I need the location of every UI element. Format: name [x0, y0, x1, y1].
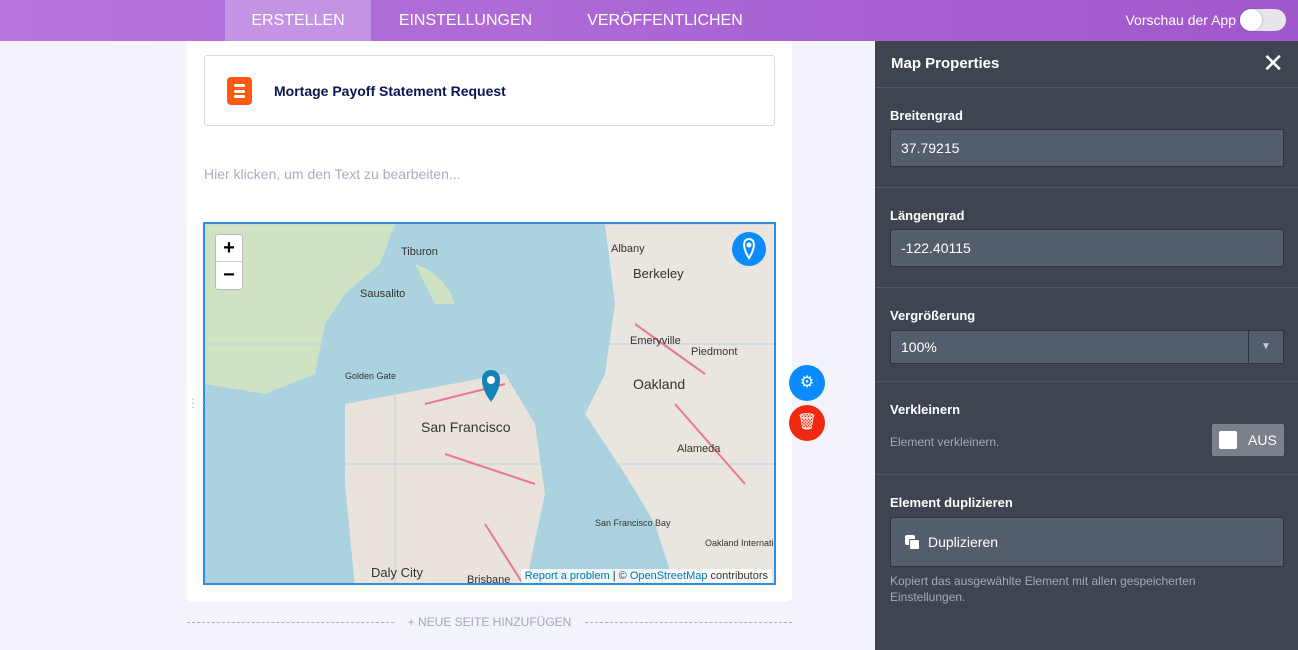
form-icon [227, 77, 252, 105]
zoom-section: Vergrößerung 100% ▼ [875, 287, 1298, 381]
top-nav: ERSTELLEN EINSTELLUNGEN VERÖFFENTLICHEN … [0, 0, 1298, 41]
preview-toggle[interactable] [1240, 9, 1286, 31]
map-element[interactable]: Tiburon Albany Berkeley Sausalito Emeryv… [203, 222, 776, 585]
attribution-separator: | © [609, 570, 630, 582]
tab-veroeffentlichen[interactable]: VERÖFFENTLICHEN [560, 0, 770, 41]
shrink-label: Verkleinern [890, 402, 961, 417]
osm-link[interactable]: OpenStreetMap [630, 570, 708, 582]
shrink-section: Verkleinern Element verkleinern. AUS [875, 381, 1298, 474]
form-title: Mortage Payoff Statement Request [274, 83, 506, 99]
map-label: Brisbane [467, 574, 510, 585]
duplicate-label: Element duplizieren [890, 495, 1013, 510]
duplicate-hint: Kopiert das ausgewählte Element mit alle… [890, 574, 1196, 604]
zoom-value: 100% [901, 339, 937, 355]
map-tiles: Tiburon Albany Berkeley Sausalito Emeryv… [205, 224, 776, 585]
map-label: Tiburon [401, 246, 438, 258]
add-page-button[interactable]: + NEUE SEITE HINZUFÜGEN [187, 615, 792, 629]
map-pin-icon [743, 237, 755, 260]
map-label: Alameda [677, 443, 721, 455]
map-label: San Francisco [421, 419, 511, 435]
form-page: Mortage Payoff Statement Request Hier kl… [187, 41, 792, 602]
tab-einstellungen[interactable]: EINSTELLUNGEN [371, 0, 560, 41]
form-header[interactable]: Mortage Payoff Statement Request [204, 55, 775, 126]
map-label: Oakland International Airport [705, 538, 776, 548]
attribution-text: contributors [707, 570, 768, 582]
map-label: Emeryville [630, 335, 681, 347]
map-label: Albany [611, 243, 645, 255]
tab-erstellen[interactable]: ERSTELLEN [225, 0, 371, 41]
chevron-down-icon: ▼ [1248, 331, 1283, 363]
map-zoom-control: + − [215, 234, 243, 290]
map-label: Golden Gate [345, 371, 396, 381]
toggle-state: AUS [1248, 432, 1277, 448]
map-label: San Francisco Bay [595, 518, 671, 528]
preview-label: Vorschau der App [1125, 12, 1236, 28]
latitude-input[interactable]: 37.79215 [890, 129, 1284, 167]
map-label: Oakland [633, 376, 685, 392]
properties-panel: Map Properties ✕ Breitengrad 37.79215 Lä… [875, 41, 1298, 650]
trash-icon: 🗑 [796, 414, 818, 431]
zoom-out-button[interactable]: − [216, 262, 242, 289]
map-pin-button[interactable] [732, 232, 766, 266]
zoom-label: Vergrößerung [890, 308, 976, 323]
duplicate-section: Element duplizieren Duplizieren Kopiert … [875, 474, 1298, 650]
shrink-toggle[interactable]: AUS [1212, 424, 1284, 456]
zoom-in-button[interactable]: + [216, 235, 242, 262]
map-label: Piedmont [691, 346, 737, 358]
drag-handle-icon[interactable]: ⋮⋮ [187, 396, 209, 410]
latitude-label: Breitengrad [890, 108, 963, 123]
panel-title: Map Properties [891, 55, 1000, 72]
longitude-section: Längengrad -122.40115 [875, 187, 1298, 287]
map-label: Daly City [371, 565, 424, 580]
delete-button[interactable]: 🗑 [789, 405, 825, 441]
gear-icon: ⚙ [799, 374, 815, 391]
report-problem-link[interactable]: Report a problem [525, 570, 610, 582]
toggle-knob [1219, 431, 1237, 449]
longitude-input[interactable]: -122.40115 [890, 229, 1284, 267]
duplicate-button-label: Duplizieren [928, 534, 999, 550]
map-attribution: Report a problem | © OpenStreetMap contr… [520, 569, 772, 583]
map-label: Sausalito [360, 288, 405, 300]
map-label: Berkeley [633, 266, 684, 281]
longitude-label: Längengrad [890, 208, 965, 223]
zoom-select[interactable]: 100% ▼ [890, 330, 1284, 364]
duplicate-button[interactable]: Duplizieren [890, 517, 1284, 567]
shrink-hint: Element verkleinern. [890, 435, 1000, 449]
close-icon[interactable]: ✕ [1262, 50, 1284, 76]
latitude-section: Breitengrad 37.79215 [875, 87, 1298, 187]
settings-button[interactable]: ⚙ [789, 365, 825, 401]
text-element[interactable]: Hier klicken, um den Text zu bearbeiten.… [204, 166, 461, 182]
